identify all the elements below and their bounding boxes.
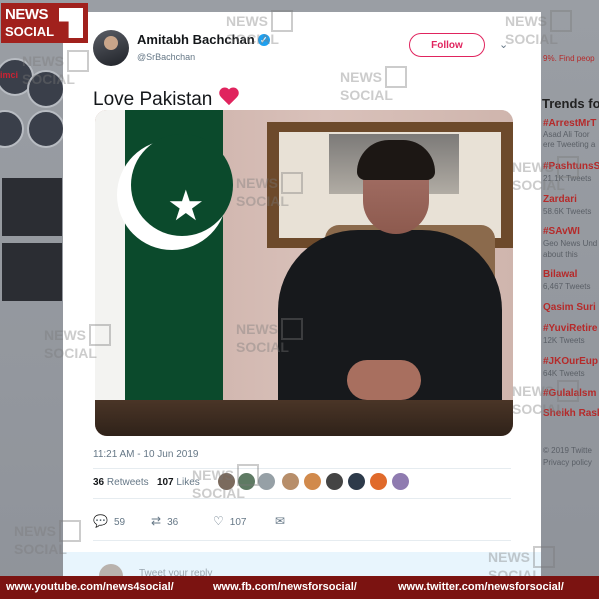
author-avatar[interactable] [93,30,129,66]
divider [93,540,511,541]
logo-4-mark [59,8,83,38]
tweet-actions: 💬 59 ⇄ 36 ♡ 107 ✉ [93,514,333,532]
direct-message-icon: ✉ [275,514,286,528]
footer-banner: www.youtube.com/news4social/ www.fb.com/… [0,576,599,599]
trend-sub: ere Tweeting a [543,140,596,149]
photo-desk [95,400,513,436]
tweet-stats: 36 Retweets 107 Likes [93,477,200,488]
trend-sub: about this [543,250,578,259]
trend-sub: 64K Tweets [543,369,585,378]
liker-avatar[interactable] [258,473,275,490]
background-avatar [0,110,24,148]
footer-privacy: Privacy policy [543,458,592,467]
watermark: NEWS SOCIAL [14,520,81,556]
trend-sub: Geo News Und [543,239,598,248]
trend-tag: #SAvWI [543,226,580,237]
tweet-text-row: Love Pakistan [93,88,240,111]
watermark: NEWS SOCIAL [340,66,407,102]
author-handle[interactable]: @SrBachchan [137,52,195,62]
watermark: NEWS SOCIAL [236,318,303,354]
trend-sub: Asad Ali Toor [543,130,590,139]
liker-avatar[interactable] [326,473,343,490]
tweet-timestamp[interactable]: 11:21 AM - 10 Jun 2019 [93,449,198,460]
watermark: NEWS SOCIAL [512,380,579,416]
divider [93,468,511,469]
background-thumbnail [2,178,62,236]
trends-title: Trends fo [542,96,599,111]
watermark: NEWS SOCIAL [505,10,572,46]
trend-tag: Bilawal [543,269,578,280]
trend-tag: Qasim Suri [543,302,596,313]
retweets-label[interactable]: Retweets [107,477,149,488]
direct-message-action[interactable]: ✉ [275,514,291,528]
retweet-action[interactable]: ⇄ 36 [151,514,178,528]
trend-tag: #ArrestMrT [543,118,597,129]
reply-count: 59 [113,517,126,528]
trend-tag: #JKOurEup [543,356,599,367]
like-icon: ♡ [213,514,224,528]
like-action-count: 107 [229,517,247,528]
likes-count[interactable]: 107 [157,477,174,488]
background-thumbnail [2,243,62,301]
footer-copyright: © 2019 Twitte [543,446,592,455]
facebook-link[interactable]: www.fb.com/newsforsocial/ [213,581,357,593]
liker-avatar[interactable] [370,473,387,490]
background-avatar [27,110,65,148]
watermark: NEWS SOCIAL [226,10,293,46]
follow-button[interactable]: Follow [409,33,485,57]
background-mini-label: imci [0,70,19,80]
watermark: NEWS SOCIAL [44,324,111,360]
news4social-logo: NEWS SOCIAL [1,3,88,43]
liker-avatar[interactable] [348,473,365,490]
trend-tag: #YuviRetire [543,323,598,334]
watermark: NEWS SOCIAL [22,50,89,86]
watermark: NEWS SOCIAL [236,172,303,208]
tweet-photo[interactable]: ★ [95,110,513,436]
watermark: NEWS SOCIAL [192,464,259,500]
reply-action[interactable]: 💬 59 [93,514,125,528]
retweet-icon: ⇄ [151,514,162,528]
liker-avatar[interactable] [392,473,409,490]
heart-emoji-icon [218,88,240,108]
tweet-text: Love Pakistan [93,89,213,110]
trend-sub: 12K Tweets [543,336,585,345]
retweet-action-count: 36 [167,517,179,528]
liker-avatar[interactable] [282,473,299,490]
trend-sub: 6,467 Tweets [543,282,591,291]
trend-sub: 58.6K Tweets [543,207,592,216]
photo-flag: ★ [95,110,233,410]
youtube-link[interactable]: www.youtube.com/news4social/ [6,581,174,593]
like-action[interactable]: ♡ 107 [213,514,246,528]
background-find-people: 9%. Find peop [543,54,595,63]
background-left-column: imci [0,40,65,560]
divider [93,498,511,499]
twitter-link[interactable]: www.twitter.com/newsforsocial/ [398,581,564,593]
retweets-count[interactable]: 36 [93,477,104,488]
watermark: NEWS SOCIAL [512,156,579,192]
reply-icon: 💬 [93,514,108,528]
tweet-card: Amitabh Bachchan ✓ @SrBachchan Follow ⌄ L… [63,12,541,588]
liker-avatar[interactable] [304,473,321,490]
photo-person-hands [347,360,421,400]
trend-tag: Zardari [543,194,577,205]
